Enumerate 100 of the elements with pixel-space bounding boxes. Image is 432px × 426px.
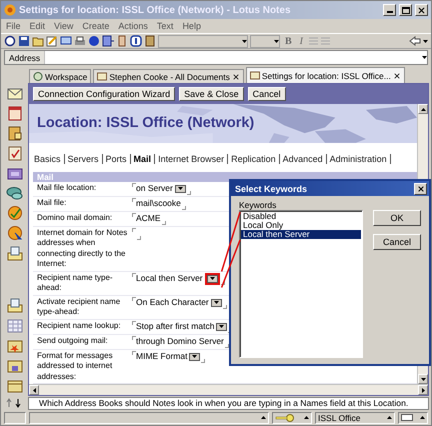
dialog-button[interactable]: Cancel bbox=[373, 234, 421, 250]
form-tab[interactable]: Administration bbox=[326, 154, 391, 164]
menu-item[interactable]: Actions bbox=[118, 21, 148, 31]
menu-item[interactable]: View bbox=[54, 21, 74, 31]
dropdown-button[interactable] bbox=[216, 322, 228, 330]
inbox-tray-icon[interactable] bbox=[6, 297, 24, 314]
dropdown-button[interactable] bbox=[174, 184, 186, 192]
caret-up-icon bbox=[304, 416, 309, 419]
list-item[interactable]: Disabled bbox=[241, 212, 361, 221]
calendar-icon[interactable] bbox=[6, 317, 24, 334]
menu-item[interactable]: Create bbox=[82, 21, 110, 31]
caret-down-icon bbox=[178, 187, 183, 190]
leader-line bbox=[220, 240, 241, 288]
document-tab[interactable]: Workspace bbox=[29, 69, 92, 83]
input-field[interactable]: Local then Server bbox=[132, 272, 225, 284]
key-icon bbox=[275, 414, 295, 422]
menu-item[interactable]: File bbox=[6, 21, 21, 31]
action-button[interactable]: Cancel bbox=[248, 87, 286, 101]
caret-up-icon bbox=[420, 108, 426, 110]
maximize-button[interactable] bbox=[399, 4, 412, 16]
tab-label: Settings for location: ISSL Office... bbox=[262, 70, 391, 80]
window-title: Settings for location: ISSL Office (Network) - Lotus Notes bbox=[19, 4, 292, 16]
caret-down-icon bbox=[192, 355, 198, 358]
document-tab[interactable]: Settings for location: ISSL Office... bbox=[246, 67, 405, 83]
form-tab[interactable]: Basics bbox=[31, 154, 65, 164]
checklist-icon[interactable] bbox=[6, 145, 24, 162]
chat-bubbles-icon[interactable] bbox=[6, 185, 24, 202]
printer-icon[interactable] bbox=[74, 35, 86, 47]
dialog-title: Select Keywords bbox=[235, 184, 308, 194]
input-field[interactable]: through Domino Server bbox=[132, 336, 229, 348]
globe-icon[interactable] bbox=[6, 225, 24, 242]
circle-icon[interactable] bbox=[88, 35, 100, 47]
status-segment[interactable] bbox=[398, 412, 428, 424]
caret-down-icon bbox=[420, 378, 426, 380]
input-field[interactable]: On Each Character bbox=[132, 296, 227, 308]
circle-icon[interactable] bbox=[4, 35, 16, 47]
status-segment[interactable] bbox=[29, 412, 269, 424]
action-button[interactable]: Connection Configuration Wizard bbox=[33, 87, 176, 101]
status-segment bbox=[4, 412, 26, 424]
dialog-button[interactable]: OK bbox=[373, 210, 421, 226]
document-icon[interactable] bbox=[102, 35, 114, 47]
caret-right-icon bbox=[422, 388, 424, 392]
caret-up-icon bbox=[261, 416, 266, 419]
back-arrow-icon[interactable] bbox=[409, 36, 421, 46]
size-dropdown[interactable] bbox=[250, 34, 280, 48]
minimize-button[interactable] bbox=[383, 4, 396, 16]
dropdown-button[interactable] bbox=[189, 352, 200, 360]
field-label: Recipient name lookup: bbox=[36, 320, 122, 332]
format-button[interactable]: B bbox=[282, 36, 295, 46]
menu-item[interactable]: Help bbox=[182, 21, 201, 31]
info-icon[interactable] bbox=[130, 35, 142, 47]
field-label: Mail file location: bbox=[36, 182, 98, 194]
tab-label: Workspace bbox=[45, 72, 88, 82]
folder-icon[interactable] bbox=[32, 35, 44, 47]
form-tab[interactable]: Internet Browser bbox=[155, 154, 228, 164]
monitor-icon[interactable] bbox=[60, 35, 72, 47]
input-field[interactable]: on Server bbox=[132, 182, 191, 194]
action-button[interactable]: Save & Close bbox=[179, 87, 244, 101]
close-icon[interactable] bbox=[392, 72, 401, 80]
list-item[interactable]: Local then Server bbox=[241, 230, 361, 239]
caret-down-icon bbox=[242, 40, 247, 42]
save-icon[interactable] bbox=[18, 35, 30, 47]
list-label: Keywords bbox=[239, 200, 278, 210]
close-button[interactable] bbox=[415, 4, 428, 16]
status-segment[interactable] bbox=[272, 412, 312, 424]
horizontal-scrollbar[interactable] bbox=[29, 384, 428, 395]
globe-icon[interactable] bbox=[6, 205, 24, 222]
close-button[interactable] bbox=[414, 182, 427, 194]
menu-item[interactable]: Text bbox=[156, 21, 174, 31]
input-field[interactable]: mail\scooke bbox=[132, 198, 186, 210]
input-field[interactable] bbox=[132, 228, 141, 240]
format-button[interactable]: I bbox=[296, 36, 306, 46]
field-label: Mail file: bbox=[36, 198, 68, 208]
inbox-tray-icon[interactable] bbox=[6, 245, 24, 262]
close-icon[interactable] bbox=[232, 72, 240, 80]
dropdown-button[interactable] bbox=[204, 272, 220, 284]
book-icon[interactable] bbox=[6, 125, 24, 142]
form-tab[interactable]: Advanced bbox=[280, 154, 327, 164]
input-field[interactable]: ACME bbox=[132, 212, 166, 224]
address-field[interactable]: Address bbox=[4, 50, 428, 65]
form-title: Location: ISSL Office (Network) bbox=[37, 115, 254, 132]
keyword-list[interactable]: Disabled Local Only Local then Server bbox=[239, 210, 363, 358]
dropdown-button[interactable] bbox=[210, 298, 222, 306]
leader-line bbox=[220, 212, 241, 272]
address-label: Address bbox=[5, 51, 46, 64]
location-selector[interactable]: ISSL Office bbox=[315, 412, 395, 424]
menu-item[interactable]: Edit bbox=[30, 21, 46, 31]
input-field[interactable]: Stop after first match bbox=[132, 320, 232, 332]
pencil-icon[interactable] bbox=[46, 35, 58, 47]
caret-left-icon bbox=[32, 388, 36, 392]
calendar-icon[interactable] bbox=[6, 105, 24, 122]
input-field[interactable]: MIME Format bbox=[132, 350, 206, 362]
field-label: Recipient name type-ahead: bbox=[36, 272, 114, 294]
document-tab[interactable]: Stephen Cooke - All Documents bbox=[93, 69, 244, 83]
form-tab[interactable]: Mail bbox=[130, 154, 156, 164]
field-label: Domino mail domain: bbox=[36, 212, 114, 224]
form-tab[interactable]: Servers bbox=[64, 154, 103, 164]
list-item[interactable]: Local Only bbox=[241, 221, 361, 230]
form-tab[interactable]: Replication bbox=[228, 154, 280, 164]
field-label: Send outgoing mail: bbox=[36, 336, 109, 347]
